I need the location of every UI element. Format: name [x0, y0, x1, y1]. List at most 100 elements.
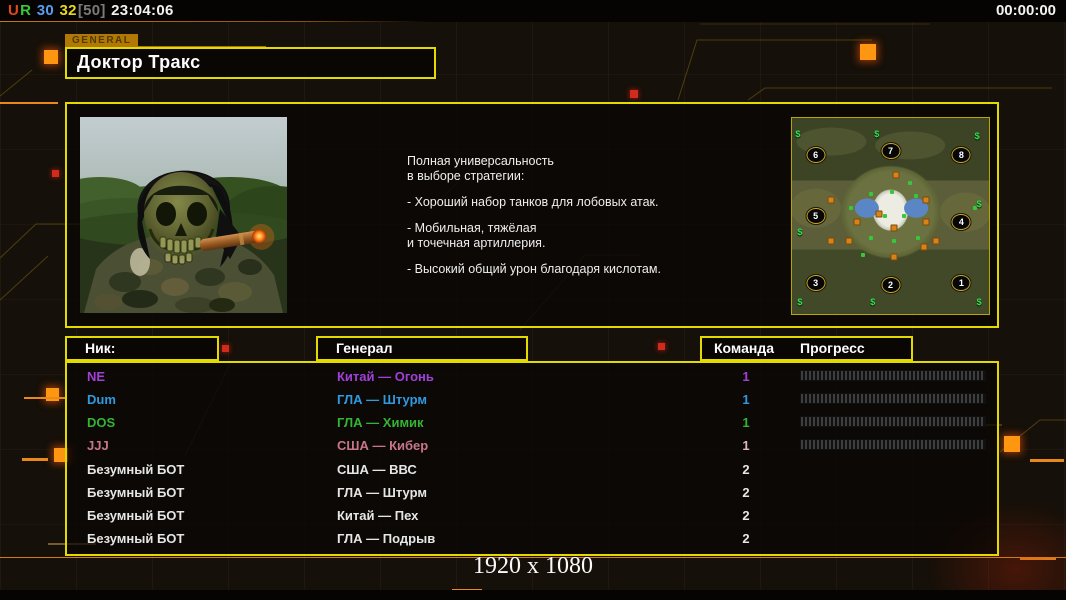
- session-stats: UR 30 32[50] 23:04:06: [8, 2, 175, 19]
- map-supply-dot: [827, 196, 835, 204]
- progress-segment: [961, 394, 963, 404]
- header-progress-label: Прогресс: [800, 340, 865, 356]
- progress-segment: [877, 417, 879, 427]
- progress-segment: [861, 371, 863, 381]
- progress-segment: [969, 371, 971, 381]
- progress-segment: [897, 394, 899, 404]
- progress-segment: [837, 371, 839, 381]
- progress-segment: [813, 440, 815, 450]
- progress-segment: [965, 394, 967, 404]
- players-panel: NE Китай — Огонь 1 Dum ГЛА — Штурм 1 DOS ГЛА — …: [65, 361, 999, 556]
- progress-segment: [881, 440, 883, 450]
- description-line: и точечная артиллерия.: [407, 236, 546, 250]
- map-supply-dot: [827, 237, 835, 245]
- progress-segment: [933, 371, 935, 381]
- progress-segment: [969, 394, 971, 404]
- stat-segment: 30: [32, 2, 55, 19]
- progress-segment: [913, 371, 915, 381]
- progress-segment: [825, 440, 827, 450]
- progress-segment: [837, 440, 839, 450]
- progress-segment: [869, 440, 871, 450]
- progress-segment: [805, 371, 807, 381]
- progress-segment: [825, 417, 827, 427]
- progress-segment: [949, 394, 951, 404]
- player-team: 2: [742, 530, 750, 546]
- progress-segment: [921, 371, 923, 381]
- map-supply-dot: [853, 218, 861, 226]
- progress-segment: [845, 417, 847, 427]
- loading-progress-bar: [800, 439, 986, 451]
- header-team-label: Команда: [714, 340, 774, 356]
- map-resource-dot: [902, 214, 907, 218]
- progress-segment: [909, 417, 911, 427]
- progress-segment: [849, 394, 851, 404]
- progress-segment: [965, 440, 967, 450]
- progress-segment: [981, 394, 983, 404]
- progress-segment: [937, 394, 939, 404]
- progress-segment: [973, 417, 975, 427]
- header-general: Генерал: [316, 336, 528, 361]
- progress-segment: [957, 417, 959, 427]
- player-row: NE Китай — Огонь 1: [67, 366, 997, 389]
- progress-segment: [873, 371, 875, 381]
- decor-square: [860, 44, 876, 60]
- map-start-position: 4: [951, 213, 971, 230]
- progress-segment: [917, 371, 919, 381]
- progress-segment: [865, 371, 867, 381]
- progress-segment: [873, 417, 875, 427]
- progress-segment: [809, 371, 811, 381]
- player-nick: Безумный БОТ: [87, 507, 185, 523]
- player-nick: Безумный БОТ: [87, 530, 185, 546]
- progress-segment: [981, 371, 983, 381]
- progress-segment: [957, 394, 959, 404]
- decor-square-red: [52, 170, 59, 177]
- description-line: Полная универсальность: [407, 154, 554, 168]
- progress-segment: [937, 440, 939, 450]
- map-resource-dot: [914, 194, 919, 199]
- progress-segment: [857, 417, 859, 427]
- map-start-position: 8: [951, 147, 971, 164]
- progress-segment: [933, 440, 935, 450]
- progress-segment: [869, 371, 871, 381]
- progress-segment: [817, 417, 819, 427]
- progress-segment: [929, 417, 931, 427]
- progress-segment: [909, 394, 911, 404]
- progress-segment: [821, 394, 823, 404]
- progress-segment: [889, 371, 891, 381]
- player-nick: Безумный БОТ: [87, 461, 185, 477]
- progress-segment: [965, 371, 967, 381]
- player-row: Безумный БОТ США — ВВС 2: [67, 459, 997, 482]
- map-resource-dot: [868, 192, 873, 197]
- progress-segment: [913, 417, 915, 427]
- loading-progress-bar: [800, 370, 986, 382]
- progress-segment: [841, 394, 843, 404]
- progress-segment: [853, 371, 855, 381]
- progress-segment: [921, 417, 923, 427]
- progress-segment: [829, 440, 831, 450]
- progress-segment: [957, 440, 959, 450]
- progress-segment: [897, 417, 899, 427]
- loading-progress-bar: [800, 416, 986, 428]
- progress-segment: [961, 417, 963, 427]
- progress-segment: [889, 394, 891, 404]
- progress-segment: [849, 440, 851, 450]
- progress-segment: [801, 440, 803, 450]
- stat-segment: 23:04:06: [106, 2, 174, 19]
- stat-segment: R: [20, 2, 32, 19]
- progress-segment: [889, 440, 891, 450]
- map-resource-dot: [908, 180, 913, 185]
- progress-segment: [869, 417, 871, 427]
- resolution-label: 1920 x 1080: [473, 553, 593, 579]
- progress-segment: [809, 440, 811, 450]
- progress-segment: [897, 440, 899, 450]
- map-supply-dot: [890, 253, 898, 261]
- progress-segment: [841, 440, 843, 450]
- progress-segment: [941, 371, 943, 381]
- player-nick: JJJ: [87, 438, 109, 454]
- description-line: [407, 184, 747, 195]
- progress-segment: [973, 394, 975, 404]
- decor-dash: [1030, 459, 1064, 462]
- progress-segment: [981, 417, 983, 427]
- progress-segment: [809, 417, 811, 427]
- progress-segment: [829, 394, 831, 404]
